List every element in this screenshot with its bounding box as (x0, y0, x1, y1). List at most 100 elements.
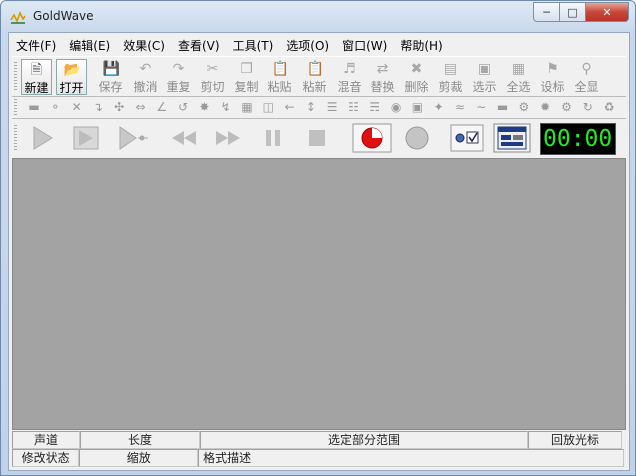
effect-mechanize-icon[interactable]: ✣ (111, 99, 127, 115)
toolbar-button-delete[interactable]: ✖ 删除 (401, 59, 432, 95)
effect-silence-icon[interactable]: ▣ (409, 99, 425, 115)
effect-loop-icon[interactable]: ♻ (601, 99, 617, 115)
pause-icon[interactable] (258, 123, 288, 153)
toolbar-button-set-marker[interactable]: ⚑ 设标 (537, 59, 568, 95)
toolbar-button-paste[interactable]: 📋 粘贴 (264, 59, 295, 95)
menu-window[interactable]: 窗口(W) (335, 35, 393, 55)
effect-tone-icon[interactable]: ✹ (537, 99, 553, 115)
effect-reverse-icon[interactable]: ↯ (218, 99, 234, 115)
status-bar: 声道 长度 选定部分范围 回放光标 修改状态 缩放 格式描述 (12, 430, 624, 468)
effect-invert-icon[interactable]: ↴ (90, 99, 106, 115)
toolbar-button-label: 打开 (59, 81, 84, 95)
toolbar-button-redo[interactable]: ↷ 重复 (163, 59, 194, 95)
menu-bar: 文件(F) 编辑(E) 效果(C) 查看(V) 工具(T) 选项(O) 窗口(W… (9, 35, 629, 55)
menu-file[interactable]: 文件(F) (9, 35, 62, 55)
effect-echo-icon[interactable]: ⚬ (47, 99, 63, 115)
toolbar-button-new-file[interactable]: 🗎 新建 (21, 59, 52, 95)
set-marker-icon: ⚑ (546, 61, 559, 77)
title-bar[interactable]: GoldWave ─ □ ✕ (1, 1, 635, 31)
zoom-all-icon: ⚲ (581, 61, 592, 77)
control-window-icon[interactable] (493, 123, 531, 153)
effect-equalizer-icon[interactable]: ▦ (239, 99, 255, 115)
effect-pan-icon[interactable]: ∠ (154, 99, 170, 115)
fast-forward-icon[interactable] (210, 123, 246, 153)
effect-offset-icon[interactable]: ⇔ (133, 99, 149, 115)
toolbar-button-select-view[interactable]: ▣ 选示 (469, 59, 500, 95)
toolbar-button-label: 替换 (370, 80, 395, 94)
toolbar-button-select-all[interactable]: ▦ 全选 (503, 59, 534, 95)
toolbar-button-label: 全选 (506, 80, 531, 94)
menu-view[interactable]: 查看(V) (171, 35, 226, 55)
menu-edit[interactable]: 编辑(E) (62, 35, 116, 55)
toolbar-grip[interactable] (14, 99, 17, 115)
toolbar-button-replace[interactable]: ⇄ 替换 (367, 59, 398, 95)
toolbar-button-mix[interactable]: ♬ 混音 (334, 59, 365, 95)
menu-tools[interactable]: 工具(T) (226, 35, 280, 55)
toolbar-grip[interactable] (14, 62, 17, 90)
copy-icon: ❐ (240, 61, 253, 77)
effect-fade-icon[interactable]: ✕ (69, 99, 85, 115)
effect-pitch-icon[interactable]: ↺ (175, 99, 191, 115)
play-selection-icon[interactable] (70, 123, 102, 153)
effect-spectrum-icon[interactable]: ⚙ (516, 99, 532, 115)
effect-compressor-icon[interactable]: ☰ (324, 99, 340, 115)
effect-stereo-icon[interactable]: ✦ (431, 99, 447, 115)
stop-icon[interactable] (302, 123, 332, 153)
maximize-icon: □ (567, 5, 578, 19)
status-length: 长度 (80, 431, 200, 449)
toolbar-button-save-disk[interactable]: 💾 保存 (95, 59, 126, 95)
client-area: 文件(F) 编辑(E) 效果(C) 查看(V) 工具(T) 选项(O) 窗口(W… (8, 32, 630, 471)
effect-noise-icon[interactable]: ☴ (367, 99, 383, 115)
maximize-button[interactable]: □ (560, 2, 586, 22)
effect-reverb-icon[interactable]: ✸ (196, 99, 212, 115)
toolbar-button-label: 复制 (234, 80, 259, 94)
select-view-icon: ▣ (477, 61, 492, 77)
paste-new-icon: 📋 (306, 61, 324, 77)
effect-filter-icon[interactable]: ◫ (260, 99, 276, 115)
status-channel: 声道 (12, 431, 80, 449)
menu-options[interactable]: 选项(O) (279, 35, 335, 55)
toolbar-grip[interactable] (14, 125, 17, 151)
new-file-icon: 🗎 (30, 62, 43, 78)
toolbar-button-undo[interactable]: ↶ 撤消 (130, 59, 161, 95)
toolbar-button-label: 混音 (337, 80, 362, 94)
menu-effects[interactable]: 效果(C) (116, 35, 171, 55)
toolbar-button-copy[interactable]: ❐ 复制 (231, 59, 262, 95)
effect-trim-icon[interactable]: ∼ (473, 99, 489, 115)
effect-shift-icon[interactable]: ← (282, 99, 298, 115)
time-display: 00:00: (540, 123, 616, 155)
select-all-icon: ▦ (511, 61, 526, 77)
menu-help[interactable]: 帮助(H) (393, 35, 448, 55)
close-button[interactable]: ✕ (586, 2, 629, 22)
minimize-button[interactable]: ─ (533, 2, 560, 22)
effect-match-icon[interactable]: ☷ (346, 99, 362, 115)
toolbar-button-trim[interactable]: ▤ 剪裁 (435, 59, 466, 95)
toolbar-button-paste-new[interactable]: 📋 粘新 (299, 59, 330, 95)
toolbar-button-label: 重复 (166, 80, 191, 94)
status-playback-cursor: 回放光标 (528, 431, 622, 449)
delete-icon: ✖ (410, 61, 423, 77)
effect-settings-icon[interactable]: ↻ (580, 99, 596, 115)
effect-gear-icon[interactable]: ⚙ (559, 99, 575, 115)
input-monitor-icon[interactable] (450, 123, 484, 153)
toolbar-button-label: 粘贴 (267, 80, 292, 94)
toolbar-button-zoom-all[interactable]: ⚲ 全显 (571, 59, 602, 95)
effect-volume-icon[interactable]: ↕ (303, 99, 319, 115)
rewind-icon[interactable] (166, 123, 202, 153)
cut-scissors-icon: ✂ (206, 61, 219, 77)
toolbar-button-open-folder[interactable]: 📂 打开 (56, 59, 87, 95)
play-icon[interactable] (26, 123, 58, 153)
minimize-icon: ─ (543, 5, 550, 19)
play-from-cursor-icon[interactable] (116, 123, 152, 153)
effect-time-icon[interactable]: ≈ (452, 99, 468, 115)
toolbar-button-cut-scissors[interactable]: ✂ 剪切 (197, 59, 228, 95)
effect-doppler-icon[interactable]: ▬ (26, 99, 42, 115)
effect-wave-icon[interactable]: ▬ (495, 99, 511, 115)
effect-resample-icon[interactable]: ◉ (388, 99, 404, 115)
goldwave-logo-icon (10, 11, 26, 24)
waveform-workspace[interactable] (12, 158, 626, 430)
status-format: 格式描述 (198, 449, 624, 467)
replace-icon: ⇄ (376, 61, 389, 77)
record-button[interactable] (352, 123, 392, 153)
record-pause-icon[interactable] (400, 123, 434, 153)
